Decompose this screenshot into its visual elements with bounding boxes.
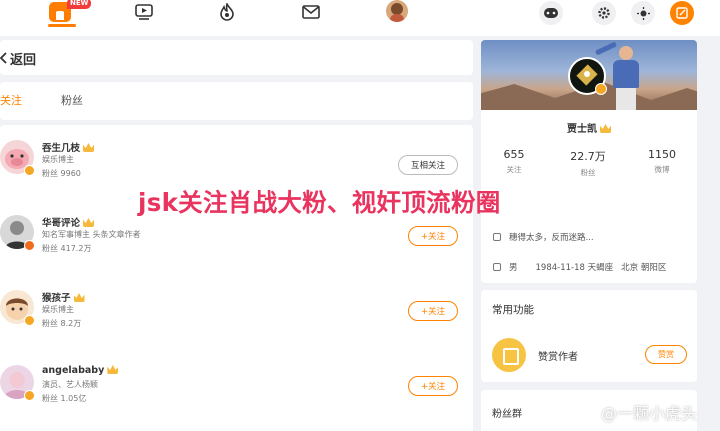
reward-icon [492, 338, 526, 372]
new-badge: NEW [67, 0, 92, 9]
profile-card: 贾士凯 655 关注 22.7万 粉丝 1150 微博 穗得太多，反而迷路...… [481, 40, 697, 283]
video-icon [135, 4, 153, 20]
back-bar[interactable]: 返回 [0, 40, 473, 75]
crown-icon [107, 365, 119, 374]
verified-badge-icon [24, 165, 35, 176]
verified-badge-icon [24, 390, 35, 401]
back-label: 返回 [10, 53, 37, 68]
verified-badge-icon [595, 83, 607, 95]
mutual-follow-button[interactable]: 互相关注 [398, 155, 458, 175]
verified-badge-icon [24, 240, 35, 251]
common-functions-card: 常用功能 赞赏作者 赞赏 [481, 290, 697, 382]
nav-video[interactable] [133, 2, 155, 22]
gender: 男 [509, 263, 518, 273]
user-fans-count: 粉丝 417.2万 [42, 244, 92, 253]
overlay-caption: jsk关注肖战大粉、视奸顶流粉圈 [138, 188, 501, 217]
game-icon [544, 8, 558, 18]
bio-icon [493, 233, 501, 241]
watermark: @一颗小虎头 [565, 399, 715, 425]
user-avatar[interactable] [386, 0, 408, 22]
verified-badge-icon [24, 315, 35, 326]
user-fans-count: 粉丝 1.05亿 [42, 394, 87, 403]
chevron-left-icon [0, 52, 7, 64]
active-tab-indicator [48, 24, 76, 27]
user-description: 娱乐博主 [42, 155, 74, 164]
tab-following[interactable]: 关注 [0, 92, 22, 108]
follow-button[interactable]: +关注 [408, 301, 458, 321]
user-description: 知名军事博主 头条文章作者 [42, 230, 141, 239]
nav-home[interactable]: NEW [44, 0, 92, 24]
reward-button[interactable]: 赞赏 [645, 345, 687, 364]
watermark-text: @一颗小虎头 [601, 404, 698, 423]
weibo-logo-icon [566, 402, 597, 422]
settings-button[interactable] [592, 1, 616, 25]
user-name[interactable]: 猴孩子 [42, 290, 85, 304]
compose-button[interactable] [670, 1, 694, 25]
user-name[interactable]: 华哥评论 [42, 215, 95, 229]
list-item[interactable]: angelababy 演员、艺人杨颖 粉丝 1.05亿 +关注 [0, 355, 473, 430]
nav-message[interactable] [300, 2, 322, 22]
stat-fans[interactable]: 22.7万 粉丝 [558, 148, 618, 178]
profile-name[interactable]: 贾士凯 [481, 120, 697, 135]
following-list: 吞生几枝 娱乐博主 粉丝 9960 互相关注 华哥评论 知名军事博主 头条文章作… [0, 125, 473, 431]
crown-icon [600, 124, 611, 133]
profile-bio: 穗得太多，反而迷路... [493, 231, 594, 243]
user-fans-count: 粉丝 8.2万 [42, 319, 82, 328]
top-nav-bar: NEW [0, 0, 720, 36]
crown-icon [83, 143, 95, 152]
theme-button[interactable] [631, 1, 655, 25]
stat-posts[interactable]: 1150 微博 [632, 148, 692, 175]
location: 北京 朝阳区 [621, 263, 667, 273]
nav-hot[interactable] [216, 2, 238, 22]
profile-info: 男 1984-11-18 天蝎座 北京 朝阳区 [493, 261, 666, 273]
user-fans-count: 粉丝 9960 [42, 169, 81, 178]
user-name[interactable]: angelababy [42, 365, 119, 376]
birthday: 1984-11-18 天蝎座 [535, 263, 614, 273]
crown-icon [83, 218, 95, 227]
info-card-icon [493, 263, 501, 271]
compose-icon [676, 7, 688, 19]
settings-icon [598, 7, 610, 19]
list-item[interactable]: 猴孩子 娱乐博主 粉丝 8.2万 +关注 [0, 280, 473, 355]
fans-group-title: 粉丝群 [492, 409, 522, 420]
follow-tabs: 关注 粉丝 [0, 82, 473, 120]
message-icon [302, 5, 320, 19]
tab-fans[interactable]: 粉丝 [61, 92, 83, 108]
reward-author-label: 赞赏作者 [538, 352, 578, 363]
user-description: 演员、艺人杨颖 [42, 380, 98, 389]
theme-icon [636, 6, 650, 20]
hot-icon [220, 3, 234, 21]
follow-button[interactable]: +关注 [408, 226, 458, 246]
crown-icon [73, 293, 85, 302]
user-description: 娱乐博主 [42, 305, 74, 314]
user-name[interactable]: 吞生几枝 [42, 140, 95, 154]
game-button[interactable] [539, 1, 563, 25]
follow-button[interactable]: +关注 [408, 376, 458, 396]
stat-following[interactable]: 655 关注 [484, 148, 544, 175]
functions-title: 常用功能 [492, 304, 534, 316]
